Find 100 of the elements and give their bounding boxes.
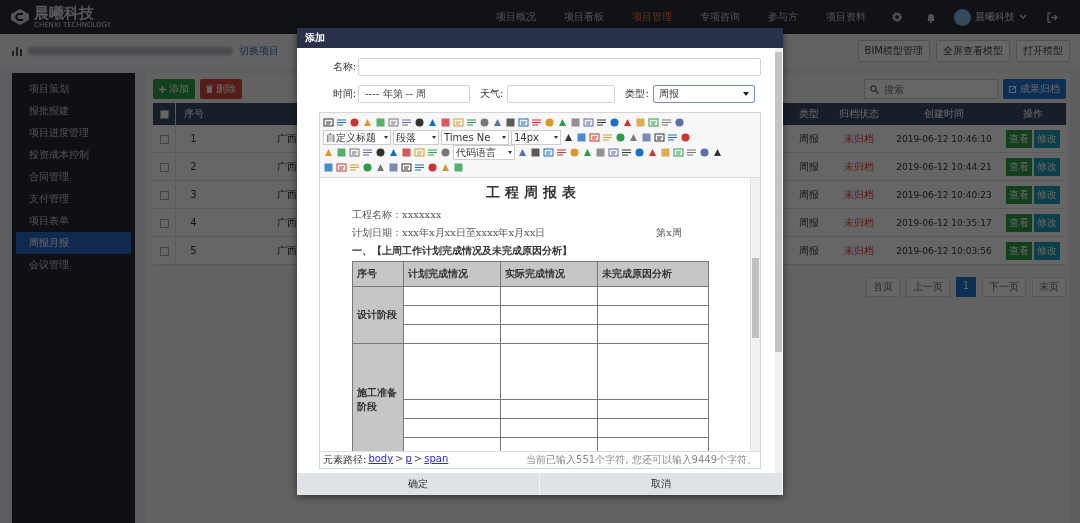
model-button[interactable]: 打开模型 bbox=[1016, 40, 1070, 62]
table-cell: 1 bbox=[175, 125, 211, 153]
table-cell: 周报 bbox=[788, 180, 830, 209]
toolbar-icon[interactable] bbox=[323, 117, 334, 128]
checkbox[interactable] bbox=[159, 134, 169, 144]
document-table-cell: 设计阶段 bbox=[352, 286, 404, 344]
header-cell: 操作 bbox=[1000, 103, 1066, 125]
table-cell: 2019-06-12 10:03:56 bbox=[888, 236, 1000, 265]
toolbar-dropdown[interactable]: 自定义标题 bbox=[323, 130, 391, 145]
archive-button[interactable]: 成果归档 bbox=[1003, 79, 1066, 99]
character-count: 当前已输入551个字符, 您还可以输入9449个字符。 bbox=[526, 453, 757, 467]
toolbar-dropdown[interactable]: Times Ne bbox=[441, 130, 509, 145]
toolbar-icon[interactable] bbox=[414, 117, 425, 128]
toolbar-icon[interactable] bbox=[621, 147, 632, 158]
caret-icon bbox=[742, 92, 749, 96]
table-cell: 4 bbox=[175, 208, 211, 237]
table-cell: 2019-06-12 10:35:17 bbox=[888, 208, 1000, 237]
settings-icon[interactable] bbox=[892, 12, 902, 22]
document-table-header: 序号 bbox=[352, 261, 404, 287]
status-text: 未归档 bbox=[830, 236, 888, 265]
toolbar-icon[interactable] bbox=[654, 132, 665, 143]
document-table-header: 未完成原因分析 bbox=[597, 261, 709, 287]
model-button[interactable]: 全屏查看模型 bbox=[936, 40, 1010, 62]
view-button[interactable]: 查看 bbox=[1006, 129, 1032, 148]
bell-icon[interactable] bbox=[926, 11, 936, 23]
logout-icon[interactable] bbox=[1047, 11, 1058, 23]
bar-chart-icon bbox=[12, 46, 22, 56]
checkbox[interactable] bbox=[159, 246, 169, 256]
toolbar-dropdown[interactable]: 14px bbox=[511, 130, 561, 145]
checkbox[interactable] bbox=[159, 218, 169, 228]
table-cell: 2 bbox=[175, 152, 211, 181]
page-button[interactable]: 1 bbox=[955, 277, 976, 297]
view-button[interactable]: 查看 bbox=[1006, 213, 1032, 232]
time-field[interactable]: ---- 年第 -- 周 bbox=[358, 85, 470, 103]
sidebar-item[interactable]: 周报月报 bbox=[16, 232, 131, 254]
page-button[interactable]: 末页 bbox=[1032, 277, 1066, 297]
table-cell: 周报 bbox=[788, 152, 830, 181]
delete-button[interactable]: 删除 bbox=[200, 79, 242, 99]
table-cell: 2019-06-12 10:44:21 bbox=[888, 152, 1000, 181]
table-cell: 3 bbox=[175, 180, 211, 209]
table-cell: 周报 bbox=[788, 236, 830, 265]
toolbar-icon[interactable] bbox=[712, 147, 723, 158]
table-cell: 2019-06-12 10:46:10 bbox=[888, 125, 1000, 153]
switch-project-link[interactable]: 切换项目 bbox=[239, 44, 279, 58]
path-link[interactable]: p bbox=[405, 453, 412, 467]
name-field[interactable] bbox=[358, 58, 761, 76]
document-text: 工程名称：xxxxxxx bbox=[352, 208, 443, 222]
path-separator: > bbox=[395, 453, 404, 466]
model-button[interactable]: BIM模型管理 bbox=[857, 40, 930, 62]
field-label: 名称: bbox=[331, 60, 357, 74]
toolbar-icon[interactable] bbox=[401, 162, 412, 173]
path-link[interactable]: span bbox=[424, 453, 449, 467]
header-cell: 归档状态 bbox=[830, 103, 888, 125]
checkbox[interactable] bbox=[159, 162, 169, 172]
edit-button[interactable]: 修改 bbox=[1034, 157, 1060, 176]
edit-button[interactable]: 修改 bbox=[1034, 185, 1060, 204]
type-dropdown[interactable]: 周报 bbox=[652, 85, 755, 103]
dialog-title: 添加 bbox=[297, 28, 783, 48]
edit-button[interactable]: 修改 bbox=[1034, 213, 1060, 232]
path-link[interactable]: body bbox=[368, 453, 394, 467]
logo-icon bbox=[10, 8, 30, 26]
caret-icon bbox=[508, 151, 512, 154]
toolbar-icon[interactable] bbox=[375, 147, 386, 158]
toolbar-icon[interactable] bbox=[563, 132, 574, 143]
add-button[interactable]: 添加 bbox=[153, 79, 195, 99]
table-cell: 周报 bbox=[788, 208, 830, 237]
view-button[interactable]: 查看 bbox=[1006, 157, 1032, 176]
toolbar-dropdown[interactable]: 段落 bbox=[393, 130, 439, 145]
scrollbar[interactable] bbox=[750, 178, 760, 451]
chevron-down-icon bbox=[1019, 14, 1027, 20]
confirm-button[interactable]: 确定 bbox=[297, 473, 540, 495]
toolbar-icon[interactable] bbox=[530, 147, 541, 158]
table-cell: 5 bbox=[175, 236, 211, 265]
header-cell: 序号 bbox=[175, 103, 211, 125]
document-table-cell: 施工准备阶段 bbox=[352, 343, 404, 451]
edit-icon bbox=[1009, 85, 1017, 93]
weather-field[interactable] bbox=[507, 85, 616, 103]
document-table-header: 计划完成情况 bbox=[403, 261, 501, 287]
avatar[interactable] bbox=[954, 8, 971, 26]
toolbar-dropdown[interactable]: 代码语言 bbox=[453, 145, 515, 160]
view-button[interactable]: 查看 bbox=[1006, 185, 1032, 204]
field-label: 类型: bbox=[625, 87, 649, 101]
logo-name: 晨曦科技 bbox=[34, 5, 94, 21]
table-cell: 周报 bbox=[788, 125, 830, 153]
checkbox[interactable] bbox=[159, 110, 169, 119]
field-label: 天气: bbox=[480, 87, 504, 101]
status-text: 未归档 bbox=[830, 125, 888, 153]
caret-icon bbox=[554, 136, 558, 139]
scrollbar[interactable] bbox=[775, 48, 782, 473]
status-text: 未归档 bbox=[830, 152, 888, 181]
table-cell: 2019-06-12 10:40:23 bbox=[888, 180, 1000, 209]
caret-icon bbox=[502, 136, 506, 139]
edit-button[interactable]: 修改 bbox=[1034, 241, 1060, 260]
edit-button[interactable]: 修改 bbox=[1034, 129, 1060, 148]
toolbar-icon[interactable] bbox=[596, 117, 607, 128]
checkbox[interactable] bbox=[159, 190, 169, 200]
view-button[interactable]: 查看 bbox=[1006, 241, 1032, 260]
caret-icon bbox=[432, 136, 436, 139]
toolbar-icon[interactable] bbox=[505, 117, 516, 128]
cancel-button[interactable]: 取消 bbox=[540, 473, 783, 495]
